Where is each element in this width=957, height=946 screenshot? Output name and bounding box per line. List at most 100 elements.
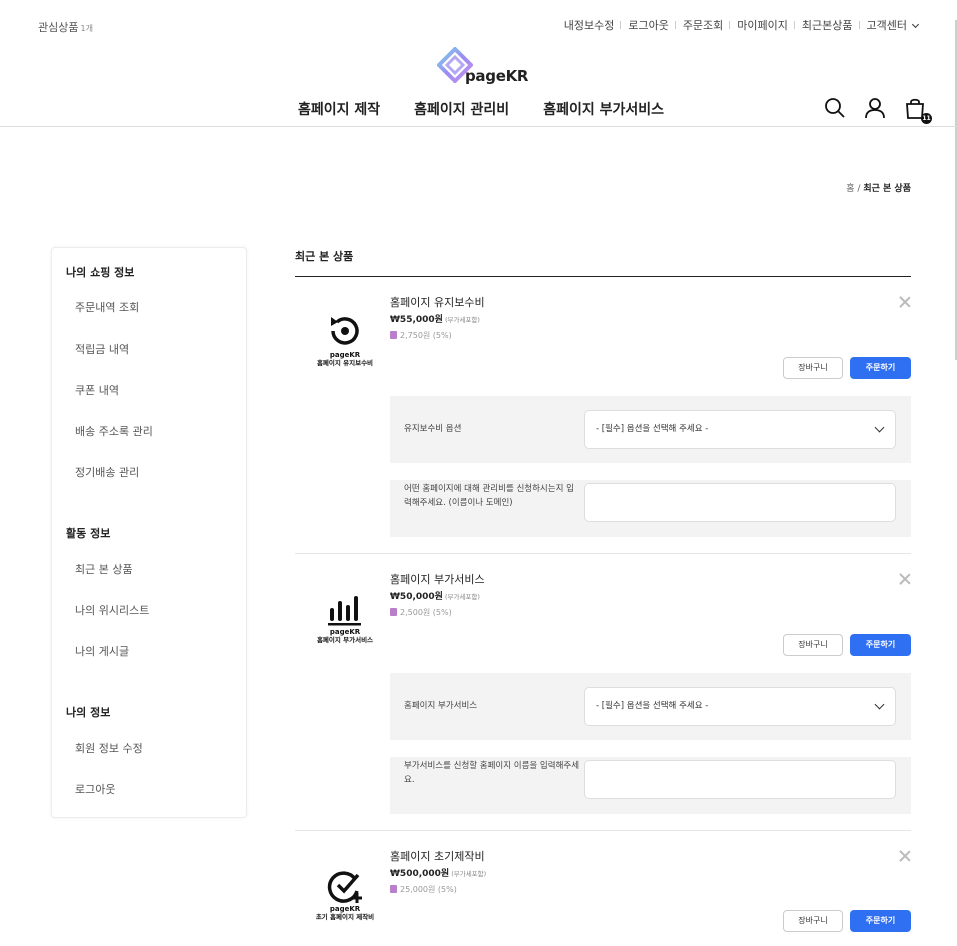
breadcrumb: 홈 / 최근 본 상품: [846, 181, 911, 194]
sidebar-item-my-posts[interactable]: 나의 게시글: [75, 643, 129, 659]
user-icon[interactable]: [864, 97, 886, 119]
product-name[interactable]: 홈페이지 유지보수비: [390, 294, 485, 310]
sidebar-title-my-info: 나의 정보: [66, 706, 111, 719]
add-to-cart-button[interactable]: 장바구니: [783, 910, 843, 932]
sidebar-item-logout[interactable]: 로그아웃: [75, 781, 115, 797]
points-icon: [390, 608, 397, 616]
sidebar-item-subscription[interactable]: 정기배송 관리: [75, 464, 139, 480]
header-icons: 11: [824, 97, 932, 124]
product-item: pageKR 초기 홈페이지 제작비 홈페이지 초기제작비 ₩500,000원(…: [295, 831, 911, 946]
product-points: 25,000원 (5%): [390, 884, 457, 895]
price-value: ₩50,000원: [390, 592, 443, 602]
wishlist-count: 1개: [80, 24, 93, 33]
wishlist-link[interactable]: 관심상품 1개: [38, 19, 93, 35]
breadcrumb-current: 최근 본 상품: [863, 184, 911, 194]
product-name[interactable]: 홈페이지 부가서비스: [390, 571, 485, 587]
chevron-down-icon: [911, 20, 920, 29]
product-thumbnail[interactable]: pageKR 홈페이지 유지보수비: [303, 311, 387, 391]
vat-note: (부가세포함): [444, 316, 480, 324]
price-value: ₩500,000원: [390, 869, 450, 879]
option-select[interactable]: - [필수] 옵션을 선택해 주세요 -: [584, 687, 896, 726]
search-icon[interactable]: [824, 97, 846, 119]
cart-icon[interactable]: 11: [904, 97, 932, 124]
vat-note: (부가세포함): [444, 593, 480, 601]
sidebar-item-wishlist[interactable]: 나의 위시리스트: [75, 602, 149, 618]
order-button[interactable]: 주문하기: [850, 357, 911, 379]
sidebar-item-points[interactable]: 적립금 내역: [75, 341, 129, 357]
logo-text: pageKR: [465, 67, 529, 85]
top-link-mypage[interactable]: 마이페이지: [730, 17, 795, 33]
thumbnail-brand: pageKR: [329, 628, 361, 636]
mypage-sidebar: 나의 쇼핑 정보 주문내역 조회 적립금 내역 쿠폰 내역 배송 주소록 관리 …: [51, 247, 247, 818]
option-select-value: - [필수] 옵션을 선택해 주세요 -: [596, 701, 709, 711]
bar-chart-icon: [328, 596, 361, 626]
add-to-cart-button[interactable]: 장바구니: [783, 357, 843, 379]
product-name[interactable]: 홈페이지 초기제작비: [390, 848, 485, 864]
customer-center-label: 고객센터: [866, 19, 907, 32]
vat-note: (부가세포함): [451, 870, 487, 878]
add-to-cart-button[interactable]: 장바구니: [783, 634, 843, 656]
option-row: 홈페이지 부가서비스 - [필수] 옵션을 선택해 주세요 -: [390, 673, 911, 740]
top-link-logout[interactable]: 로그아웃: [621, 17, 677, 33]
price-value: ₩55,000원: [390, 315, 443, 325]
top-bar: 관심상품 1개 내정보수정 로그아웃 주문조회 마이페이지 최근본상품 고객센터: [0, 0, 957, 48]
product-item: pageKR 홈페이지 부가서비스 홈페이지 부가서비스 ₩50,000원 (부가…: [295, 554, 911, 831]
thumbnail-caption: 홈페이지 부가서비스: [316, 636, 374, 644]
option-label: 유지보수비 옵션: [404, 424, 462, 434]
wishlist-label: 관심상품: [38, 21, 79, 34]
text-option-input[interactable]: [584, 483, 896, 522]
page-title: 최근 본 상품: [295, 250, 354, 263]
product-thumbnail[interactable]: pageKR 초기 홈페이지 제작비: [303, 865, 387, 945]
cart-count-badge: 11: [921, 113, 932, 124]
breadcrumb-separator: /: [857, 184, 861, 194]
header-divider: [0, 126, 957, 127]
points-icon: [390, 885, 397, 893]
top-link-customer-center[interactable]: 고객센터: [860, 17, 925, 33]
maintenance-icon: [331, 317, 359, 345]
site-logo[interactable]: pageKR: [437, 47, 529, 87]
option-select[interactable]: - [필수] 옵션을 선택해 주세요 -: [584, 410, 896, 449]
nav-homepage-addon[interactable]: 홈페이지 부가서비스: [543, 99, 664, 119]
sidebar-item-order-history[interactable]: 주문내역 조회: [75, 299, 139, 315]
thumbnail-caption: 초기 홈페이지 제작비: [315, 913, 375, 921]
text-option-row: 부가서비스를 신청할 홈페이지 이름을 입력해주세요.: [390, 757, 911, 814]
product-item: pageKR 홈페이지 유지보수비 홈페이지 유지보수비 ₩55,000원 (부가…: [295, 277, 911, 554]
top-link-recent-products[interactable]: 최근본상품: [795, 17, 860, 33]
option-select-value: - [필수] 옵션을 선택해 주세요 -: [596, 424, 709, 434]
remove-icon[interactable]: [899, 573, 911, 585]
sidebar-title-activity: 활동 정보: [66, 527, 111, 540]
nav-homepage-maintenance[interactable]: 홈페이지 관리비: [414, 99, 509, 119]
sidebar-item-edit-member[interactable]: 회원 정보 수정: [75, 740, 143, 756]
points-value: 25,000원 (5%): [400, 885, 457, 894]
sidebar-item-address-book[interactable]: 배송 주소록 관리: [75, 423, 153, 439]
points-value: 2,750원 (5%): [400, 331, 452, 340]
thumbnail-brand: pageKR: [329, 351, 361, 359]
sidebar-item-coupons[interactable]: 쿠폰 내역: [75, 382, 119, 398]
order-button[interactable]: 주문하기: [850, 910, 911, 932]
points-icon: [390, 331, 397, 339]
points-value: 2,500원 (5%): [400, 608, 452, 617]
main-nav: 홈페이지 제작 홈페이지 관리비 홈페이지 부가서비스: [298, 99, 664, 119]
text-option-label: 어떤 홈페이지에 대해 관리비를 신청하시는지 입력해주세요. (이름이나 도메…: [404, 484, 574, 508]
product-price: ₩50,000원 (부가세포함): [390, 589, 480, 602]
text-option-row: 어떤 홈페이지에 대해 관리비를 신청하시는지 입력해주세요. (이름이나 도메…: [390, 480, 911, 537]
check-plus-icon: [327, 871, 362, 903]
text-option-label: 부가서비스를 신청할 홈페이지 이름을 입력해주세요.: [404, 761, 580, 785]
top-link-order-lookup[interactable]: 주문조회: [676, 17, 731, 33]
top-link-edit-info[interactable]: 내정보수정: [557, 17, 622, 33]
breadcrumb-home[interactable]: 홈: [846, 184, 854, 194]
thumbnail-brand: pageKR: [329, 905, 361, 913]
product-points: 2,500원 (5%): [390, 607, 452, 618]
thumbnail-caption: 홈페이지 유지보수비: [316, 359, 374, 367]
option-row: 유지보수비 옵션 - [필수] 옵션을 선택해 주세요 -: [390, 396, 911, 463]
product-points: 2,750원 (5%): [390, 330, 452, 341]
option-label: 홈페이지 부가서비스: [404, 701, 478, 711]
sidebar-title-shopping: 나의 쇼핑 정보: [66, 266, 135, 279]
remove-icon[interactable]: [899, 850, 911, 862]
product-thumbnail[interactable]: pageKR 홈페이지 부가서비스: [303, 588, 387, 668]
text-option-input[interactable]: [584, 760, 896, 799]
nav-homepage-production[interactable]: 홈페이지 제작: [298, 99, 380, 119]
sidebar-item-recent-products[interactable]: 최근 본 상품: [75, 561, 133, 577]
remove-icon[interactable]: [899, 296, 911, 308]
order-button[interactable]: 주문하기: [850, 634, 911, 656]
